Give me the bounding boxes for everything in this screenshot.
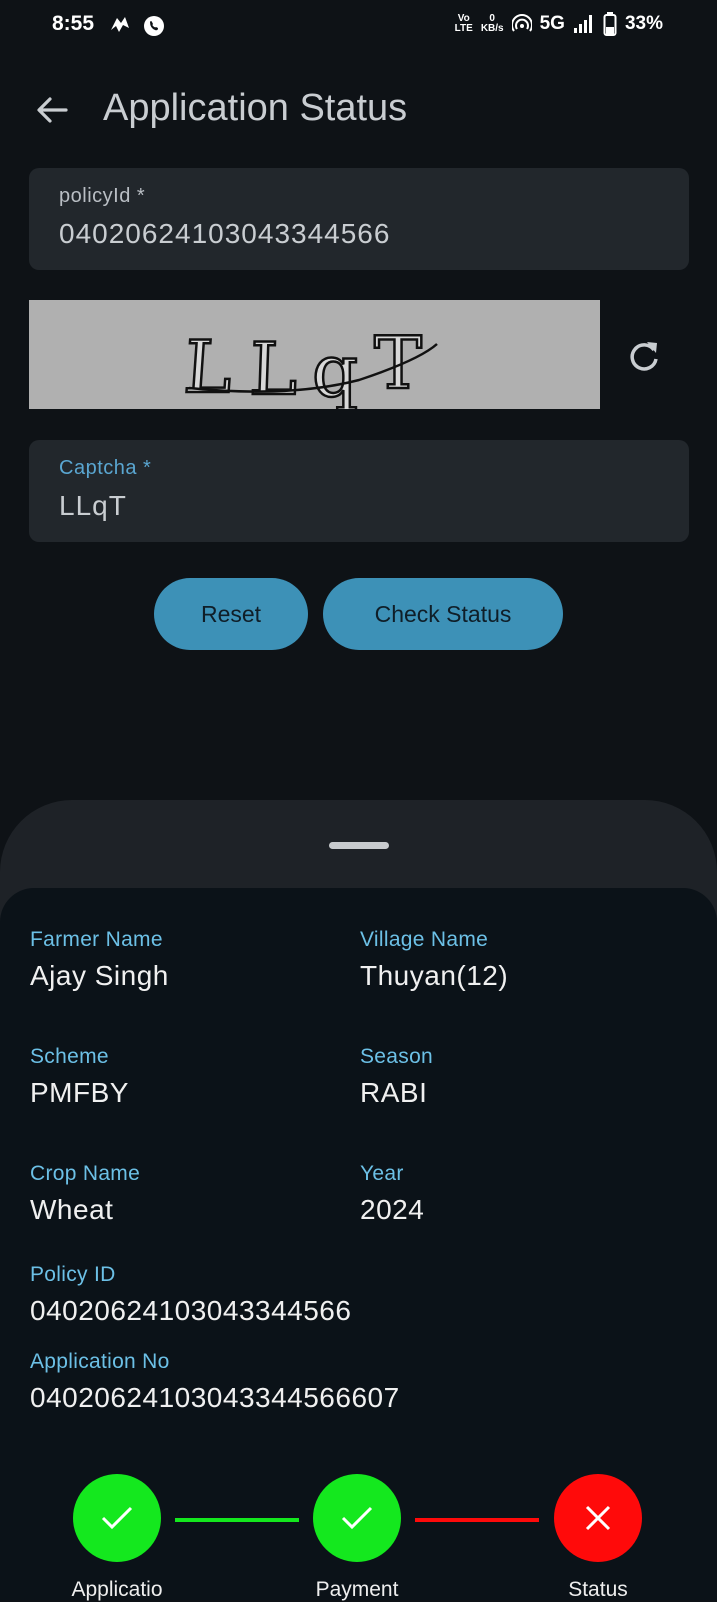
refresh-icon — [630, 342, 658, 371]
back-button[interactable] — [34, 92, 70, 128]
crop-name-label: Crop Name — [30, 1162, 141, 1185]
captcha-value: LLqT — [59, 490, 127, 521]
farmer-name-label: Farmer Name — [30, 928, 163, 951]
captcha-field[interactable]: Captcha * LLqT — [29, 440, 689, 542]
network-type: 5G — [539, 13, 565, 34]
step-application — [73, 1474, 161, 1562]
season-value: RABI — [360, 1077, 428, 1108]
farmer-name-block: Farmer Name Ajay Singh — [30, 928, 169, 992]
village-name-block: Village Name Thuyan(12) — [360, 928, 508, 992]
page-title: Application Status — [103, 87, 408, 129]
drag-handle[interactable] — [329, 842, 389, 849]
village-name-value: Thuyan(12) — [360, 960, 509, 991]
step-status — [554, 1474, 642, 1562]
step-payment — [313, 1474, 401, 1562]
scheme-value: PMFBY — [30, 1077, 129, 1108]
scheme-block: Scheme PMFBY — [30, 1045, 129, 1109]
status-time: 8:55 — [52, 12, 95, 35]
data-speed-indicator: 0 KB/s — [480, 13, 504, 34]
year-block: Year 2024 — [360, 1162, 424, 1226]
check-status-button[interactable]: Check Status — [323, 578, 563, 650]
policy-id-value: 04020624103043344566 — [59, 218, 391, 249]
captcha-graphic: L L q T — [180, 320, 438, 414]
village-name-label: Village Name — [360, 928, 489, 951]
crop-name-value: Wheat — [30, 1194, 114, 1225]
notification-icons — [108, 14, 166, 38]
policy-id-detail-label: Policy ID — [30, 1263, 116, 1286]
whatsapp-icon — [144, 16, 164, 36]
svg-text:T: T — [374, 321, 422, 405]
battery-level: 33% — [624, 13, 663, 34]
check-icon — [341, 1506, 373, 1530]
policy-id-detail-value: 04020624103043344566 — [30, 1295, 352, 1326]
hotspot-icon — [511, 14, 532, 32]
arrow-left-icon — [37, 97, 68, 123]
svg-text:q: q — [312, 329, 358, 409]
captcha-label: Captcha * — [59, 457, 152, 479]
season-label: Season — [360, 1045, 434, 1068]
application-no-value: 04020624103043344566607 — [30, 1382, 400, 1413]
year-value: 2024 — [360, 1194, 425, 1225]
year-label: Year — [360, 1162, 404, 1185]
application-no-block: Application No 04020624103043344566607 — [30, 1350, 400, 1414]
application-no-label: Application No — [30, 1350, 170, 1373]
signal-icon — [573, 15, 592, 33]
svg-text:L: L — [181, 325, 235, 409]
policy-id-label: policyId * — [59, 185, 146, 207]
policy-id-field[interactable]: policyId * 04020624103043344566 — [29, 168, 689, 270]
app-bar: Application Status — [0, 78, 717, 142]
scheme-label: Scheme — [30, 1045, 109, 1068]
season-block: Season RABI — [360, 1045, 433, 1109]
svg-text:L: L — [248, 327, 299, 409]
app-notification-icon — [111, 17, 129, 32]
close-icon — [585, 1505, 611, 1531]
volte-indicator: Vo LTE — [454, 13, 473, 34]
crop-name-block: Crop Name Wheat — [30, 1162, 140, 1226]
status-bar: 8:55 Vo LTE 0 KB/s 5G 33% — [0, 0, 717, 52]
battery-icon — [603, 12, 617, 36]
farmer-name-value: Ajay Singh — [30, 960, 169, 991]
reset-button[interactable]: Reset — [154, 578, 308, 650]
refresh-captcha-button[interactable] — [622, 334, 666, 378]
policy-id-block: Policy ID 04020624103043344566 — [30, 1263, 351, 1327]
status-indicators: Vo LTE 0 KB/s 5G 33% — [455, 12, 663, 36]
captcha-image: L L q T — [29, 300, 600, 414]
check-icon — [101, 1506, 133, 1530]
